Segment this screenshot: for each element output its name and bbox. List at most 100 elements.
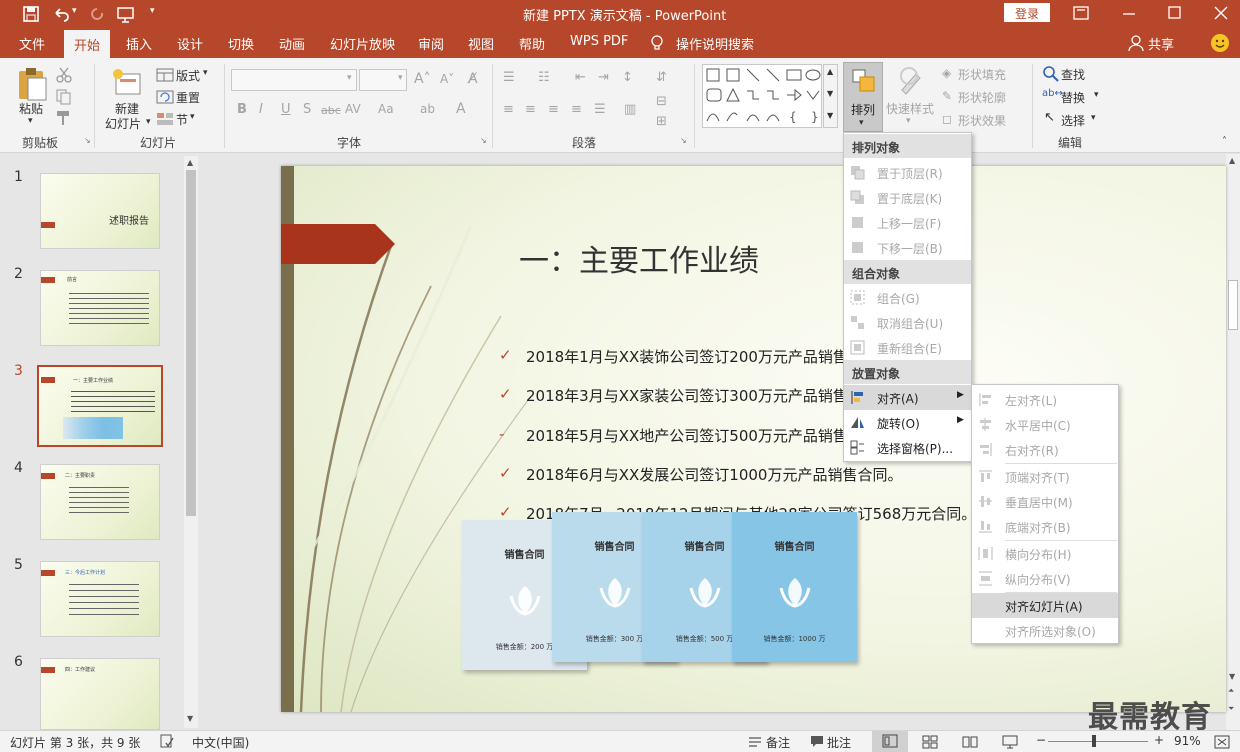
menu-align[interactable]: 对齐(A) ▶ — [844, 385, 971, 410]
ribbon-display-options-icon[interactable] — [1073, 5, 1089, 21]
align-text-icon[interactable]: ⊟ — [656, 94, 667, 109]
shape-effects-icon[interactable]: ◻ — [942, 112, 952, 126]
tell-me-search[interactable]: 操作说明搜索 — [676, 34, 754, 53]
layout-dropdown-icon[interactable]: ▾ — [203, 68, 208, 78]
quick-styles-dropdown-icon[interactable]: ▾ — [906, 116, 911, 126]
shapes-gallery-scroll[interactable]: ▲ ▼ ▼ — [823, 64, 838, 128]
menu-align-right[interactable]: 右对齐(R) — [972, 437, 1118, 462]
language-indicator[interactable]: 中文(中国) — [192, 734, 249, 751]
collapse-ribbon-icon[interactable]: ˄ — [1222, 136, 1227, 147]
format-painter-icon[interactable] — [55, 109, 73, 127]
decrease-indent-icon[interactable]: ⇤ — [575, 70, 586, 85]
menu-bring-to-front[interactable]: 置于顶层(R) — [844, 160, 971, 185]
minimize-icon[interactable] — [1121, 5, 1137, 21]
menu-ungroup[interactable]: 取消组合(U) — [844, 310, 971, 335]
slide-title[interactable]: 一：主要工作业绩 — [519, 236, 759, 280]
font-launcher-icon[interactable]: ↘ — [480, 136, 487, 145]
replace-button[interactable]: 替换 — [1061, 89, 1085, 106]
tab-view[interactable]: 视图 — [468, 34, 494, 53]
reset-button[interactable]: 重置 — [176, 89, 200, 106]
replace-dropdown-icon[interactable]: ▾ — [1094, 90, 1099, 100]
slide-thumbnail-6[interactable]: 四：工作建议 — [40, 658, 160, 730]
slide-thumbnail-3[interactable]: 一：主要工作业绩 — [37, 365, 163, 447]
start-slideshow-icon[interactable] — [116, 5, 136, 23]
zoom-slider-track[interactable] — [1048, 741, 1148, 742]
slide-thumbnail-1[interactable]: 述职报告 — [40, 173, 160, 249]
zoom-in-icon[interactable]: + — [1154, 733, 1164, 747]
slide-thumbnail-2[interactable]: 前言 — [40, 270, 160, 346]
notes-button[interactable]: 备注 — [766, 734, 790, 751]
smartart-icon[interactable]: ⊞ — [656, 114, 667, 129]
columns-icon[interactable]: ▥ — [624, 102, 636, 117]
menu-distribute-vertical[interactable]: 纵向分布(V) — [972, 566, 1118, 591]
scroll-thumb[interactable] — [186, 170, 196, 516]
tab-file[interactable]: 文件 — [19, 34, 45, 53]
tab-insert[interactable]: 插入 — [126, 34, 152, 53]
section-dropdown-icon[interactable]: ▾ — [190, 112, 195, 122]
italic-icon[interactable]: I — [259, 102, 263, 117]
slide-thumbnail-4[interactable]: 二：主要职责 — [40, 464, 160, 540]
close-icon[interactable] — [1213, 5, 1229, 21]
paste-button[interactable]: 粘贴 — [19, 100, 43, 117]
layout-button[interactable]: 版式 — [176, 67, 200, 84]
bullet-text[interactable]: 2018年3月与XX家装公司签订300万元产品销售合同。 — [526, 385, 893, 406]
bullet-text[interactable]: 2018年5月与XX地产公司签订500万元产品销售合同。 — [526, 425, 893, 446]
menu-regroup[interactable]: 重新组合(E) — [844, 335, 971, 360]
bullet-text[interactable]: 2018年1月与XX装饰公司签订200万元产品销售合同。 — [526, 346, 893, 367]
new-slide-icon[interactable] — [110, 66, 144, 98]
grow-font-icon[interactable]: A˄ — [414, 71, 431, 87]
login-button[interactable]: 登录 — [1004, 3, 1050, 22]
next-slide-icon[interactable]: ⏷ — [1228, 704, 1234, 714]
layout-icon[interactable] — [156, 66, 174, 84]
strikethrough-icon[interactable]: abc — [321, 104, 341, 117]
replace-icon[interactable]: ab↔ — [1042, 88, 1063, 99]
arrange-button[interactable]: 排列 ▾ — [843, 62, 883, 132]
bullets-icon[interactable]: ☰ — [503, 70, 515, 85]
reset-icon[interactable] — [156, 88, 174, 106]
paragraph-launcher-icon[interactable]: ↘ — [680, 136, 687, 145]
tab-review[interactable]: 审阅 — [418, 34, 444, 53]
bullet-text[interactable]: 2018年6月与XX发展公司签订1000万元产品销售合同。 — [526, 464, 902, 485]
slideshow-view-icon[interactable] — [1002, 735, 1018, 749]
customize-toolbar-icon[interactable]: ▾ — [150, 6, 155, 16]
zoom-out-icon[interactable]: − — [1036, 733, 1046, 747]
new-slide-dropdown-icon[interactable]: ▾ — [146, 117, 151, 127]
menu-align-middle[interactable]: 垂直居中(M) — [972, 489, 1118, 514]
tab-design[interactable]: 设计 — [177, 34, 203, 53]
shrink-font-icon[interactable]: A˅ — [440, 72, 454, 86]
scroll-down-icon[interactable]: ▼ — [187, 714, 193, 723]
comments-button[interactable]: 批注 — [827, 734, 851, 751]
underline-icon[interactable]: U — [281, 102, 291, 117]
highlight-icon[interactable]: ab — [420, 102, 435, 116]
smiley-feedback-icon[interactable] — [1210, 33, 1230, 53]
menu-bring-forward[interactable]: 上移一层(F) — [844, 210, 971, 235]
character-spacing-icon[interactable]: AV — [345, 102, 361, 116]
quick-styles-icon[interactable] — [896, 66, 926, 96]
tab-animations[interactable]: 动画 — [279, 34, 305, 53]
menu-align-center[interactable]: 水平居中(C) — [972, 412, 1118, 437]
slide-thumbnail-5[interactable]: 三：今后工作计划 — [40, 561, 160, 637]
thumbnails-scrollbar[interactable]: ▲ ▼ — [184, 156, 198, 728]
save-icon[interactable] — [22, 5, 40, 23]
slide-sorter-icon[interactable] — [922, 735, 938, 749]
reading-view-icon[interactable] — [962, 735, 978, 749]
font-name-dropdown-icon[interactable]: ▾ — [347, 73, 352, 83]
copy-icon[interactable] — [55, 88, 73, 106]
increase-indent-icon[interactable]: ⇥ — [598, 70, 609, 85]
gallery-down-icon[interactable]: ▼ — [827, 89, 833, 98]
gallery-more-icon[interactable]: ▼ — [827, 111, 833, 120]
text-direction-icon[interactable]: ⇵ — [656, 70, 667, 85]
tab-wps-pdf[interactable]: WPS PDF — [570, 34, 628, 49]
clipboard-launcher-icon[interactable]: ↘ — [84, 136, 91, 145]
menu-align-top[interactable]: 顶端对齐(T) — [972, 464, 1118, 489]
undo-icon[interactable] — [52, 5, 70, 23]
scroll-down-icon[interactable]: ▼ — [1229, 672, 1235, 681]
select-dropdown-icon[interactable]: ▾ — [1091, 113, 1096, 123]
paste-dropdown-icon[interactable]: ▾ — [28, 116, 33, 126]
scroll-up-icon[interactable]: ▲ — [187, 158, 193, 167]
font-size-dropdown-icon[interactable]: ▾ — [398, 73, 403, 83]
quick-styles-button[interactable]: 快速样式 — [886, 100, 934, 117]
maximize-icon[interactable] — [1167, 5, 1183, 21]
shape-effects-button[interactable]: 形状效果 — [958, 112, 1006, 129]
shape-fill-button[interactable]: 形状填充 — [958, 66, 1006, 83]
